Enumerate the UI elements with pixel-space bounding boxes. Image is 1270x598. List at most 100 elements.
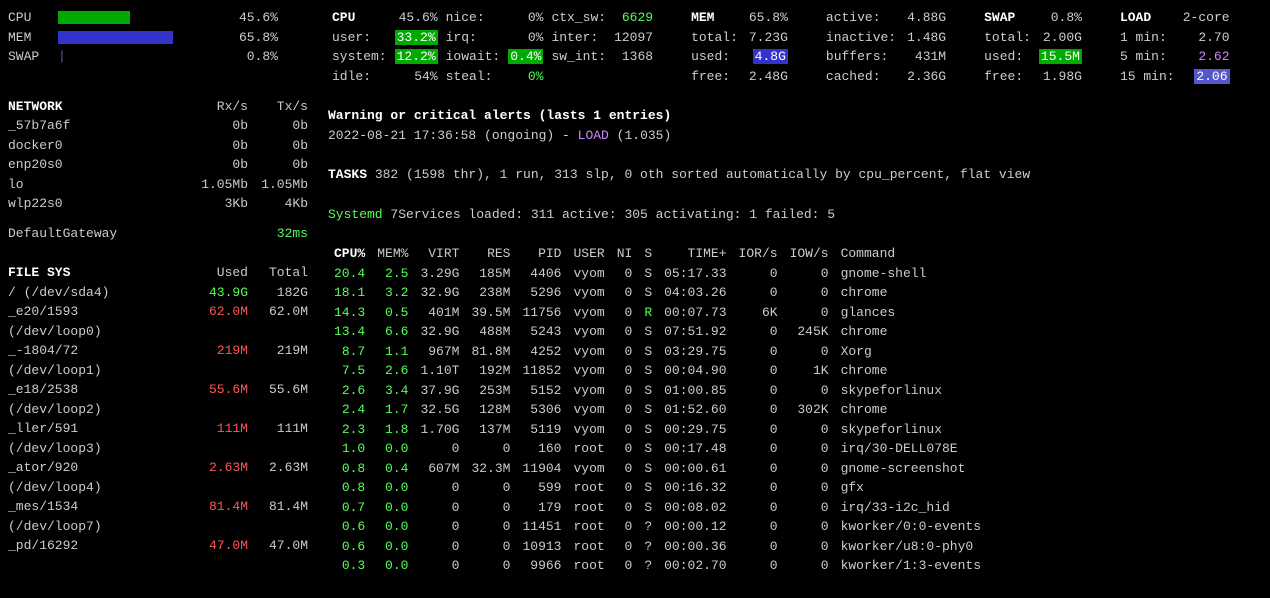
nice-label: nice: — [442, 8, 505, 28]
mem-detail-header-val: 65.8% — [742, 8, 792, 28]
load-detail-block: LOAD 2-core 1 min:2.705 min:2.6215 min:2… — [1116, 8, 1234, 86]
filesys-row: _e18/253855.6M55.6M — [8, 380, 308, 400]
proc-header-cell: TIME+ — [658, 244, 732, 264]
network-tx-header: Tx/s — [248, 97, 308, 117]
swap-pct: 0.8% — [218, 47, 278, 67]
filesys-row: _ller/591111M111M — [8, 419, 308, 439]
process-table: CPU%MEM%VIRTRESPIDUSERNISTIME+IOR/sIOW/s… — [328, 244, 987, 576]
load-detail-header: LOAD — [1116, 8, 1179, 28]
process-row: 2.41.732.5G128M5306vyom0S01:52.600302Kch… — [328, 400, 987, 420]
tasks-text: 382 (1598 thr), 1 run, 313 slp, 0 oth so… — [367, 167, 1030, 182]
filesys-row: (/dev/loop0) — [8, 322, 308, 342]
load-detail-row: 5 min:2.62 — [1116, 47, 1234, 67]
filesys-row: (/dev/loop7) — [8, 517, 308, 537]
swap-bar: | — [58, 47, 218, 67]
filesys-row: (/dev/loop1) — [8, 361, 308, 381]
right-column: CPU 45.6% nice: 0% ctx_sw: 6629 user:33.… — [328, 8, 1262, 576]
alert-ts: 2022-08-21 17:36:58 (ongoing) - — [328, 128, 578, 143]
filesys-used-header: Used — [188, 263, 248, 283]
process-row: 20.42.53.29G185M4406vyom0S05:17.3300gnom… — [328, 264, 987, 284]
filesys-row: _pd/1629247.0M47.0M — [8, 536, 308, 556]
process-row: 0.60.00011451root0?00:00.1200kworker/0:0… — [328, 517, 987, 537]
load-detail-row: 1 min:2.70 — [1116, 28, 1234, 48]
process-row: 0.70.000179root0S00:08.0200irq/33-i2c_hi… — [328, 498, 987, 518]
filesys-row: (/dev/loop4) — [8, 478, 308, 498]
filesys-row: _mes/153481.4M81.4M — [8, 497, 308, 517]
process-row: 0.60.00010913root0?00:00.3600kworker/u8:… — [328, 537, 987, 557]
cpu-detail-row: idle:54%steal:0% — [328, 67, 657, 87]
ctx-val: 6629 — [610, 8, 657, 28]
filesys-row: / (/dev/sda4)43.9G182G — [8, 283, 308, 303]
mem-active-val: 4.88G — [900, 8, 950, 28]
proc-header-cell: VIRT — [414, 244, 465, 264]
process-row: 14.30.5401M39.5M11756vyom0R00:07.736K0gl… — [328, 303, 987, 323]
alert-block: Warning or critical alerts (lasts 1 entr… — [328, 106, 1262, 145]
filesys-row: _-1804/72219M219M — [8, 341, 308, 361]
mem-detail-block: MEM 65.8% active: 4.88G total:7.23Ginact… — [687, 8, 950, 86]
network-row: enp20s00b0b — [8, 155, 308, 175]
process-row: 2.31.81.70G137M5119vyom0S00:29.7500skype… — [328, 420, 987, 440]
gateway-label: DefaultGateway — [8, 224, 277, 244]
cpu-bar — [58, 11, 130, 24]
cpu-detail-block: CPU 45.6% nice: 0% ctx_sw: 6629 user:33.… — [328, 8, 657, 86]
filesys-row: (/dev/loop2) — [8, 400, 308, 420]
proc-header-cell: IOW/s — [784, 244, 835, 264]
network-table: NETWORK Rx/s Tx/s _57b7a6f0b0bdocker00b0… — [8, 97, 308, 214]
swap-label: SWAP — [8, 47, 58, 67]
cpu-pct: 45.6% — [218, 8, 278, 28]
tasks-label: TASKS — [328, 167, 367, 182]
proc-header-cell: RES — [465, 244, 516, 264]
mem-label: MEM — [8, 28, 58, 48]
network-header: NETWORK — [8, 97, 188, 117]
process-row: 1.00.000160root0S00:17.4800irq/30-DELL07… — [328, 439, 987, 459]
filesys-header: FILE SYS — [8, 263, 188, 283]
systemd-line: Systemd 7Services loaded: 311 active: 30… — [328, 205, 1262, 225]
swap-detail-block: SWAP 0.8% total:2.00Gused:15.5Mfree:1.98… — [980, 8, 1086, 86]
network-row: _57b7a6f0b0b — [8, 116, 308, 136]
process-row: 18.13.232.9G238M5296vyom0S04:03.2600chro… — [328, 283, 987, 303]
mem-active-label: active: — [822, 8, 900, 28]
mem-detail-row: used:4.8Gbuffers:431M — [687, 47, 950, 67]
filesys-row: _ator/9202.63M2.63M — [8, 458, 308, 478]
process-row: 0.80.4607M32.3M11904vyom0S00:00.6100gnom… — [328, 459, 987, 479]
systemd-label: Systemd — [328, 207, 383, 222]
filesys-row: _e20/159362.0M62.0M — [8, 302, 308, 322]
network-rx-header: Rx/s — [188, 97, 248, 117]
nice-val: 0% — [504, 8, 547, 28]
mem-detail-row: free:2.48Gcached:2.36G — [687, 67, 950, 87]
gateway-row: DefaultGateway 32ms — [8, 224, 308, 244]
network-row: docker00b0b — [8, 136, 308, 156]
network-row: wlp22s03Kb4Kb — [8, 194, 308, 214]
swap-detail-header: SWAP — [980, 8, 1035, 28]
proc-header-cell: NI — [611, 244, 639, 264]
cpu-detail-header-val: 45.6% — [391, 8, 442, 28]
cpu-detail-row: system:12.2%iowait:0.4%sw_int:1368 — [328, 47, 657, 67]
top-stats: CPU 45.6% nice: 0% ctx_sw: 6629 user:33.… — [328, 8, 1262, 86]
load-detail-header-val: 2-core — [1179, 8, 1234, 28]
mem-bar-row: MEM 65.8% — [8, 28, 308, 48]
process-row: 2.63.437.9G253M5152vyom0S01:00.8500skype… — [328, 381, 987, 401]
process-row: 0.80.000599root0S00:16.3200gfx — [328, 478, 987, 498]
mem-detail-row: total:7.23Ginactive:1.48G — [687, 28, 950, 48]
swap-detail-row: total:2.00G — [980, 28, 1086, 48]
filesys-table: FILE SYS Used Total / (/dev/sda4)43.9G18… — [8, 263, 308, 556]
cpu-detail-row: user:33.2%irq:0%inter:12097 — [328, 28, 657, 48]
left-column: CPU 45.6% MEM 65.8% SWAP | 0.8% NETWORK … — [8, 8, 308, 576]
cpu-bar-row: CPU 45.6% — [8, 8, 308, 28]
mem-detail-header: MEM — [687, 8, 742, 28]
proc-header-cell: USER — [567, 244, 610, 264]
swap-detail-header-val: 0.8% — [1035, 8, 1086, 28]
alert-title: Warning or critical alerts (lasts 1 entr… — [328, 106, 1262, 126]
proc-header-cell: MEM% — [371, 244, 414, 264]
process-row: 8.71.1967M81.8M4252vyom0S03:29.7500Xorg — [328, 342, 987, 362]
cpu-label: CPU — [8, 8, 58, 28]
network-row: lo1.05Mb1.05Mb — [8, 175, 308, 195]
process-row: 7.52.61.10T192M11852vyom0S00:04.9001Kchr… — [328, 361, 987, 381]
proc-header-cell: CPU% — [328, 244, 371, 264]
process-row: 13.46.632.9G488M5243vyom0S07:51.920245Kc… — [328, 322, 987, 342]
ctx-label: ctx_sw: — [547, 8, 610, 28]
proc-header-cell: IOR/s — [733, 244, 784, 264]
swap-detail-row: used:15.5M — [980, 47, 1086, 67]
proc-header-cell: PID — [516, 244, 567, 264]
proc-header-cell: S — [638, 244, 658, 264]
